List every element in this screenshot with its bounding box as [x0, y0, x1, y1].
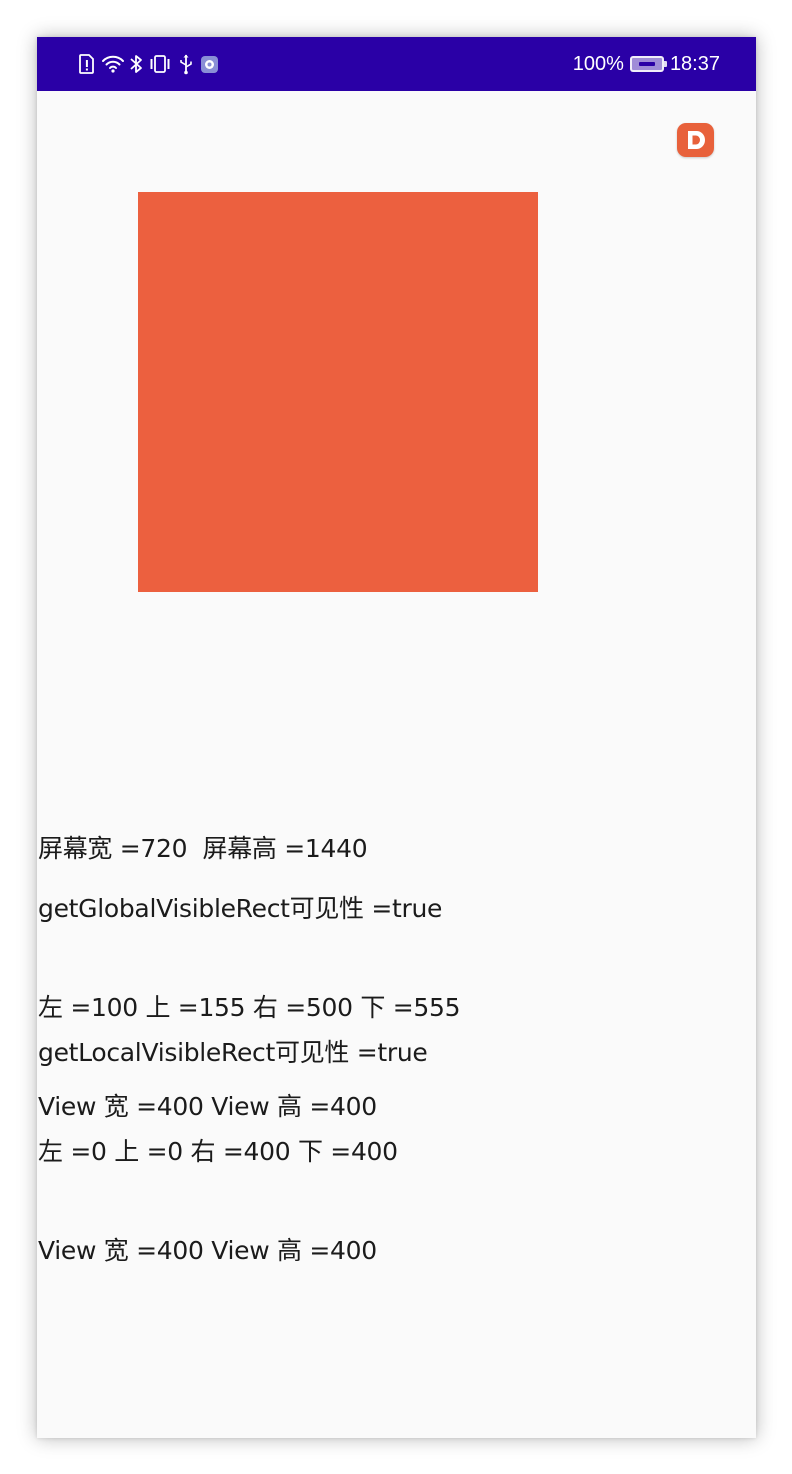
d-logo-icon[interactable]	[677, 123, 714, 157]
local-rect-text: getLocalVisibleRect可见性 =true 左 =0 上 =0 右…	[38, 970, 428, 1333]
bluetooth-icon	[129, 53, 143, 75]
local-visibility-line: getLocalVisibleRect可见性 =true	[38, 1038, 428, 1067]
phone-screen: 100% 18:37 屏幕宽 =720 屏幕高 =1440 getGlobalV…	[37, 37, 756, 1438]
status-bar: 100% 18:37	[37, 37, 756, 91]
local-size-line: View 宽 =400 View 高 =400	[38, 1236, 377, 1265]
usb-icon	[177, 53, 195, 75]
clock: 18:37	[669, 52, 720, 75]
local-bounds-line: 左 =0 上 =0 右 =400 下 =400	[38, 1137, 398, 1166]
screenshot-stage: 100% 18:37 屏幕宽 =720 屏幕高 =1440 getGlobalV…	[0, 0, 792, 1474]
battery-percent: 100%	[572, 52, 624, 75]
vibrate-icon	[147, 53, 173, 75]
target-view	[138, 192, 538, 592]
status-right: 100% 18:37	[573, 37, 720, 91]
global-visibility-line: getGlobalVisibleRect可见性 =true	[38, 894, 443, 923]
sim-alert-icon	[77, 53, 97, 75]
battery-icon	[629, 56, 667, 72]
status-icons	[77, 37, 221, 91]
app-notification-icon	[199, 53, 221, 75]
wifi-icon	[101, 53, 125, 75]
